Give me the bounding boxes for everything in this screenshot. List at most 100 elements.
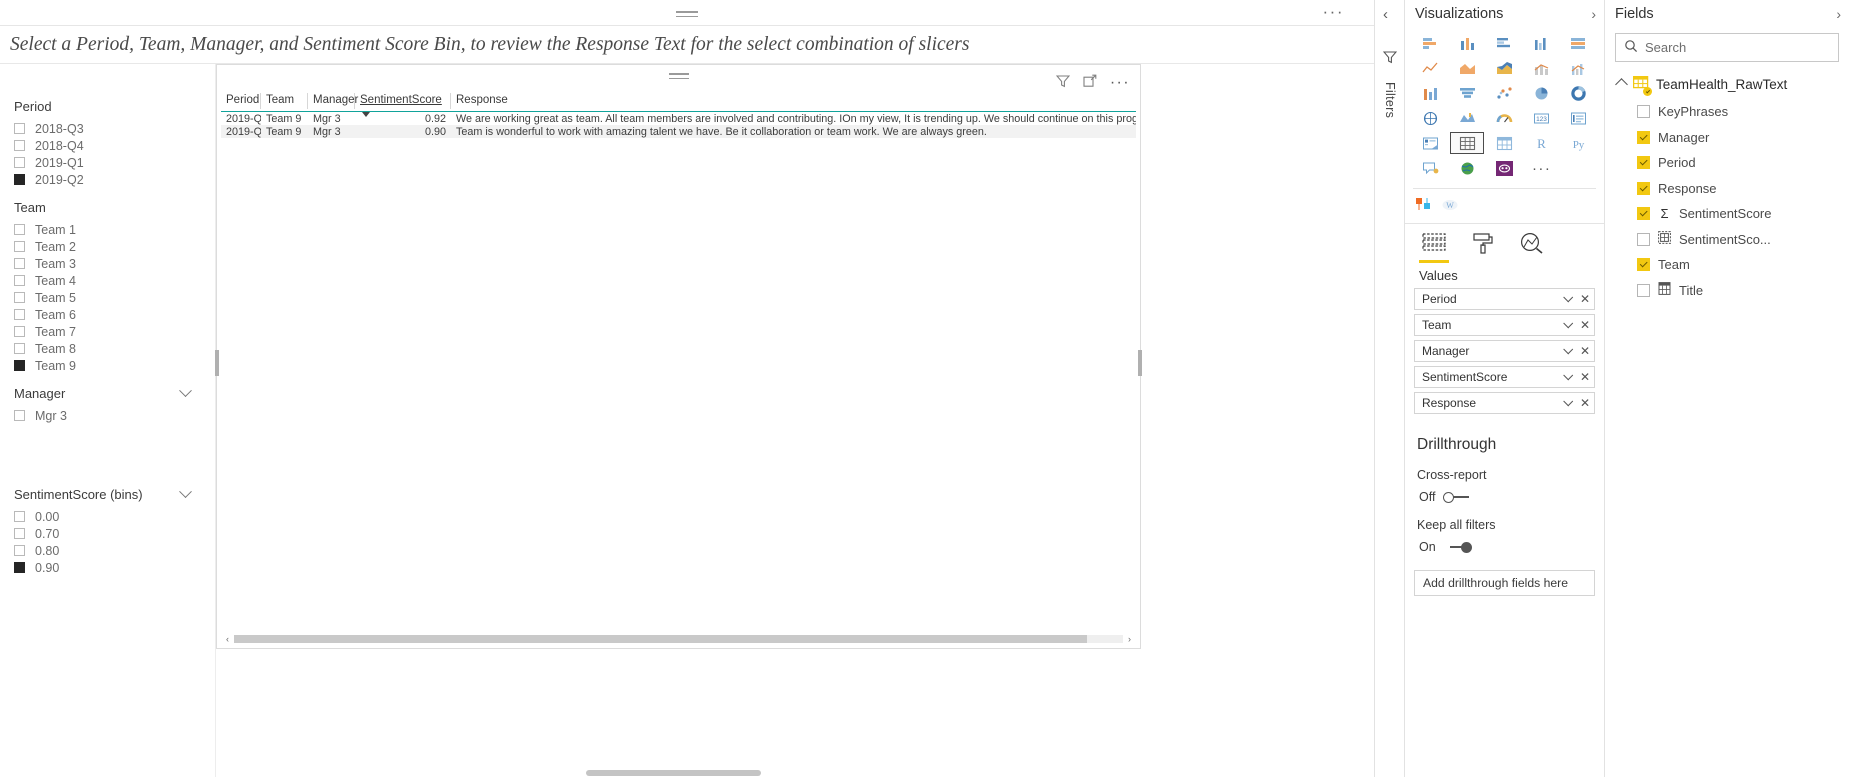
visual-horizontal-scrollbar[interactable]: ‹ › [221, 632, 1136, 645]
chevron-down-icon[interactable] [179, 485, 192, 499]
slicer-checkbox[interactable] [14, 410, 25, 421]
ribbon-chart-icon[interactable] [1413, 82, 1447, 104]
canvas-scroll-thumb[interactable] [586, 770, 761, 776]
visual-grip-icon[interactable] [668, 73, 689, 82]
chevron-down-icon[interactable] [1563, 395, 1574, 406]
arcgis-maps-icon[interactable] [1450, 157, 1484, 179]
slicer-checkbox[interactable] [14, 140, 25, 151]
scatter-chart-icon[interactable] [1487, 82, 1521, 104]
chevron-down-icon[interactable] [179, 384, 192, 398]
field-row[interactable]: Manager [1605, 125, 1849, 151]
field-row[interactable]: Team [1605, 252, 1849, 278]
analytics-tab[interactable] [1519, 232, 1545, 262]
column-header[interactable]: SentimentScore [355, 93, 451, 117]
remove-field-icon[interactable]: ✕ [1580, 292, 1590, 306]
visual-more-options-icon[interactable]: ··· [1110, 74, 1130, 90]
visual-resize-handle-left[interactable] [215, 350, 219, 376]
slicer-item[interactable]: 0.00 [14, 508, 204, 525]
slicer-checkbox[interactable] [14, 123, 25, 134]
field-checkbox[interactable] [1637, 207, 1650, 221]
slicer-checkbox[interactable] [14, 343, 25, 354]
slicer-checkbox[interactable] [14, 224, 25, 235]
slicer-checkbox[interactable] [14, 241, 25, 252]
slicer-item[interactable]: Team 9 [14, 357, 204, 374]
slicer-item[interactable]: Team 6 [14, 306, 204, 323]
chevron-down-icon[interactable] [1563, 317, 1574, 328]
slicer-item[interactable]: Team 3 [14, 255, 204, 272]
visual-resize-handle-right[interactable] [1138, 350, 1142, 376]
canvas-more-options-icon[interactable]: ··· [1323, 3, 1344, 20]
smart-narrative-icon[interactable] [1413, 157, 1447, 179]
area-chart-icon[interactable] [1450, 57, 1484, 79]
slicer-item[interactable]: 0.70 [14, 525, 204, 542]
field-row[interactable]: KeyPhrases [1605, 99, 1849, 125]
values-well-item[interactable]: SentimentScore ✕ [1414, 366, 1595, 388]
values-well-item[interactable]: Period ✕ [1414, 288, 1595, 310]
canvas-horizontal-scrollbar[interactable] [216, 770, 1141, 777]
filter-icon[interactable] [1055, 74, 1071, 91]
slicer-item[interactable]: 2019-Q1 [14, 154, 204, 171]
field-checkbox[interactable] [1637, 105, 1650, 119]
focus-mode-icon[interactable] [1083, 74, 1097, 91]
pie-chart-icon[interactable] [1525, 82, 1559, 104]
slicer-item[interactable]: 0.80 [14, 542, 204, 559]
filters-collapse-icon[interactable]: ‹ [1383, 7, 1388, 22]
slicer-checkbox[interactable] [14, 292, 25, 303]
field-row[interactable]: Title [1605, 278, 1849, 304]
word-cloud-visual-icon[interactable]: W [1441, 197, 1459, 215]
slicer-item[interactable]: Team 5 [14, 289, 204, 306]
keep-all-filters-toggle[interactable] [1444, 541, 1472, 553]
field-checkbox[interactable] [1637, 283, 1650, 297]
slicer-item[interactable]: Team 1 [14, 221, 204, 238]
slicer-item[interactable]: Team 2 [14, 238, 204, 255]
100-stacked-bar-chart-icon[interactable] [1562, 32, 1596, 54]
column-header[interactable]: Manager [308, 93, 358, 109]
fields-collapse-icon[interactable]: › [1836, 6, 1841, 22]
remove-field-icon[interactable]: ✕ [1580, 318, 1590, 332]
slicer-item[interactable]: 2018-Q3 [14, 120, 204, 137]
slicer-checkbox[interactable] [14, 528, 25, 539]
scroll-left-arrow[interactable]: ‹ [221, 632, 234, 645]
remove-field-icon[interactable]: ✕ [1580, 344, 1590, 358]
chevron-down-icon[interactable] [1563, 343, 1574, 354]
field-row[interactable]: SentimentSco... [1605, 227, 1849, 253]
slicer-checkbox[interactable] [14, 511, 25, 522]
field-checkbox[interactable] [1637, 181, 1650, 195]
field-table-node[interactable]: TeamHealth_RawText [1605, 62, 1849, 99]
powerapps-visual-icon[interactable] [1487, 157, 1521, 179]
scroll-right-arrow[interactable]: › [1123, 632, 1136, 645]
line-and-clustered-column-chart-icon[interactable] [1562, 57, 1596, 79]
cross-report-toggle[interactable] [1443, 491, 1471, 503]
slicer-item[interactable]: Mgr 3 [14, 407, 204, 424]
drillthrough-drop-zone[interactable]: Add drillthrough fields here [1414, 570, 1595, 596]
slicer-item[interactable]: Team 8 [14, 340, 204, 357]
card-icon[interactable]: 123 [1525, 107, 1559, 129]
slicer-checkbox[interactable] [14, 545, 25, 556]
multi-row-card-icon[interactable] [1562, 107, 1596, 129]
chevron-up-icon[interactable] [1615, 78, 1628, 91]
line-and-stacked-column-chart-icon[interactable] [1525, 57, 1559, 79]
get-more-visuals-icon[interactable] [1415, 197, 1433, 215]
slicer-checkbox[interactable] [14, 275, 25, 286]
more-visuals-icon[interactable]: ··· [1525, 157, 1559, 179]
gauge-chart-icon[interactable] [1487, 107, 1521, 129]
sort-descending-icon[interactable] [362, 112, 370, 117]
scroll-thumb[interactable] [234, 634, 1088, 643]
python-visual-icon[interactable]: Py [1562, 132, 1596, 154]
canvas-grip-icon[interactable] [676, 11, 698, 17]
visualizations-collapse-icon[interactable]: › [1591, 6, 1596, 22]
values-well-item[interactable]: Response ✕ [1414, 392, 1595, 414]
field-checkbox[interactable] [1637, 232, 1650, 246]
filters-rail[interactable]: ‹ Filters [1374, 0, 1405, 777]
slicer-item[interactable]: 2019-Q2 [14, 171, 204, 188]
table-row[interactable]: 2019-Q2Team 9Mgr 30.92We are working gre… [221, 112, 1136, 125]
map-icon[interactable] [1450, 107, 1484, 129]
fields-tab[interactable] [1419, 232, 1449, 263]
field-checkbox[interactable] [1637, 130, 1650, 144]
column-header[interactable]: Response [451, 93, 1136, 109]
kpi-icon[interactable] [1413, 132, 1447, 154]
values-well-item[interactable]: Team ✕ [1414, 314, 1595, 336]
slicer-checkbox[interactable] [14, 360, 25, 371]
slicer-checkbox[interactable] [14, 326, 25, 337]
slicer-checkbox[interactable] [14, 309, 25, 320]
